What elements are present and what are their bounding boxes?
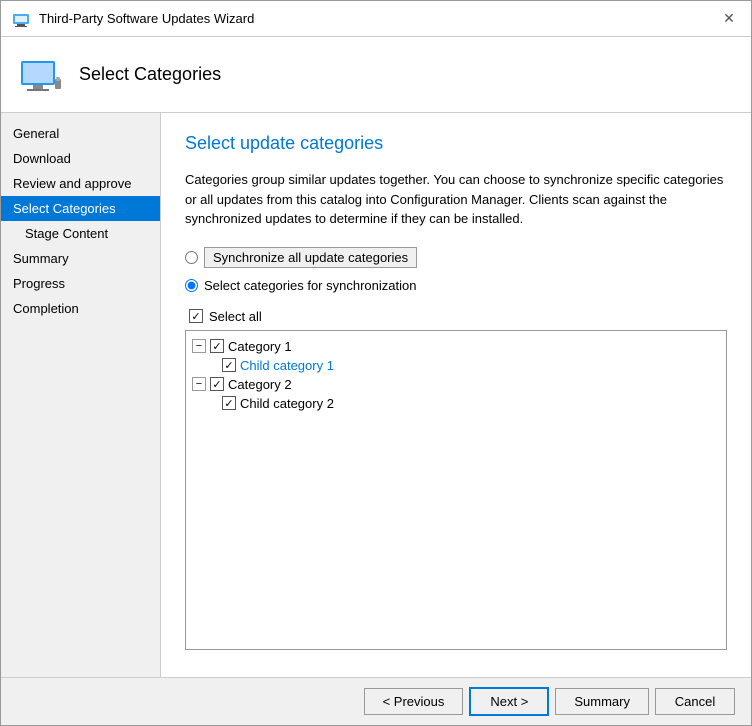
content-area: Select update categories Categories grou… (161, 113, 751, 677)
checkbox-cat1[interactable] (210, 339, 224, 353)
sidebar-item-download[interactable]: Download (1, 146, 160, 171)
cancel-button[interactable]: Cancel (655, 688, 735, 715)
radio-group: Synchronize all update categories Select… (185, 247, 727, 293)
tree-item-cat1[interactable]: − Category 1 (186, 337, 726, 356)
tree-item-cat2[interactable]: − Category 2 (186, 375, 726, 394)
sync-all-button[interactable]: Synchronize all update categories (204, 247, 417, 268)
label-cat2: Category 2 (228, 377, 292, 392)
summary-button[interactable]: Summary (555, 688, 649, 715)
title-bar: Third-Party Software Updates Wizard ✕ (1, 1, 751, 37)
select-all-checkbox[interactable] (189, 309, 203, 323)
sidebar-item-progress[interactable]: Progress (1, 271, 160, 296)
tree-container[interactable]: − Category 1 Child category 1 − Category… (185, 330, 727, 650)
tree-item-child1[interactable]: Child category 1 (186, 356, 726, 375)
sidebar-item-review[interactable]: Review and approve (1, 171, 160, 196)
wizard-icon (11, 9, 31, 29)
tree-item-child2[interactable]: Child category 2 (186, 394, 726, 413)
checkbox-child1[interactable] (222, 358, 236, 372)
expander-cat2[interactable]: − (192, 377, 206, 391)
radio-all[interactable] (185, 251, 198, 264)
select-all-label: Select all (209, 309, 262, 324)
radio-option-specific[interactable]: Select categories for synchronization (185, 278, 727, 293)
expander-cat1[interactable]: − (192, 339, 206, 353)
sidebar-item-stage-content[interactable]: Stage Content (1, 221, 160, 246)
checkbox-cat2[interactable] (210, 377, 224, 391)
window-title: Third-Party Software Updates Wizard (39, 11, 254, 26)
sidebar-item-select-categories[interactable]: Select Categories (1, 196, 160, 221)
select-all-row: Select all (189, 309, 727, 324)
main-window: Third-Party Software Updates Wizard ✕ Se… (0, 0, 752, 726)
sidebar: General Download Review and approve Sele… (1, 113, 161, 677)
label-child1: Child category 1 (240, 358, 334, 373)
next-button[interactable]: Next > (469, 687, 549, 716)
previous-button[interactable]: < Previous (364, 688, 464, 715)
close-button[interactable]: ✕ (717, 7, 741, 31)
header-title: Select Categories (79, 64, 221, 85)
footer: < Previous Next > Summary Cancel (1, 677, 751, 725)
sidebar-item-completion[interactable]: Completion (1, 296, 160, 321)
content-description: Categories group similar updates togethe… (185, 170, 727, 229)
radio-specific[interactable] (185, 279, 198, 292)
title-bar-left: Third-Party Software Updates Wizard (11, 9, 254, 29)
body: General Download Review and approve Sele… (1, 113, 751, 677)
radio-specific-label: Select categories for synchronization (204, 278, 416, 293)
content-title: Select update categories (185, 133, 727, 154)
sidebar-item-summary[interactable]: Summary (1, 246, 160, 271)
label-cat1: Category 1 (228, 339, 292, 354)
sidebar-item-general[interactable]: General (1, 121, 160, 146)
radio-option-all[interactable]: Synchronize all update categories (185, 247, 727, 268)
checkbox-child2[interactable] (222, 396, 236, 410)
header-icon (17, 51, 65, 99)
label-child2: Child category 2 (240, 396, 334, 411)
header-section: Select Categories (1, 37, 751, 113)
